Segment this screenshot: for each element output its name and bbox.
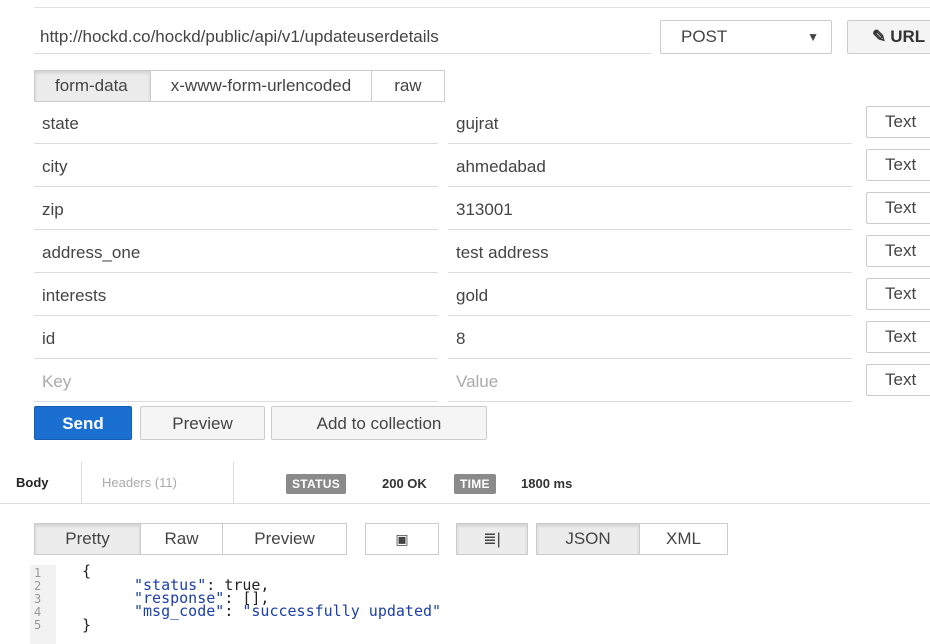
line-number: 5: [34, 618, 42, 632]
param-type-select[interactable]: Text: [866, 321, 930, 353]
format-json-button[interactable]: JSON: [536, 523, 640, 555]
status-value: 200 OK: [382, 476, 427, 491]
send-button[interactable]: Send: [34, 406, 132, 440]
url-input[interactable]: [34, 20, 651, 54]
response-body: 1 2 3 4 5 { "status": true, "response": …: [30, 562, 930, 644]
param-row: address_one test address Text: [34, 230, 930, 273]
new-value-field[interactable]: Value: [448, 359, 852, 402]
format-preview-button[interactable]: Preview: [222, 523, 347, 555]
code-line: }: [82, 616, 92, 634]
preview-button[interactable]: Preview: [140, 406, 265, 440]
param-type-select[interactable]: Text: [866, 192, 930, 224]
response-divider: [0, 503, 930, 504]
url-params-label: URL: [890, 27, 926, 46]
param-type-select[interactable]: Text: [866, 106, 930, 138]
chevron-down-icon: ▼: [807, 30, 819, 44]
format-pretty-button[interactable]: Pretty: [34, 523, 141, 555]
new-param-row: Key Value Text: [34, 359, 930, 402]
tab-x-www-form-urlencoded[interactable]: x-www-form-urlencoded: [149, 70, 373, 102]
param-type-select[interactable]: Text: [866, 364, 930, 396]
new-key-field[interactable]: Key: [34, 359, 438, 402]
param-key-field[interactable]: interests: [34, 273, 438, 316]
time-value: 1800 ms: [521, 476, 573, 491]
wrap-lines-icon: ≣|: [483, 531, 501, 548]
tab-headers[interactable]: Headers (11): [82, 462, 234, 504]
body-type-tabs: form-data x-www-form-urlencoded raw: [34, 70, 445, 102]
code-line: "msg_code": "successfully updated": [134, 602, 442, 620]
param-key-field[interactable]: city: [34, 144, 438, 187]
fullscreen-button[interactable]: ▣: [365, 523, 439, 555]
param-row: zip 313001 Text: [34, 187, 930, 230]
format-xml-button[interactable]: XML: [639, 523, 728, 555]
param-value-field[interactable]: test address: [448, 230, 852, 273]
param-row: state gujrat Text: [34, 101, 930, 144]
add-to-collection-button[interactable]: Add to collection: [271, 406, 487, 440]
edit-icon: ✎: [872, 27, 887, 46]
param-row: city ahmedabad Text: [34, 144, 930, 187]
param-row: interests gold Text: [34, 273, 930, 316]
param-type-select[interactable]: Text: [866, 149, 930, 181]
method-select[interactable]: POST ▼: [660, 20, 832, 54]
method-value: POST: [681, 27, 728, 46]
param-key-field[interactable]: zip: [34, 187, 438, 230]
param-value-field[interactable]: 8: [448, 316, 852, 359]
code-line: {: [82, 562, 92, 580]
param-type-select[interactable]: Text: [866, 278, 930, 310]
param-key-field[interactable]: id: [34, 316, 438, 359]
param-value-field[interactable]: ahmedabad: [448, 144, 852, 187]
status-badge: STATUS: [286, 474, 347, 494]
param-key-field[interactable]: address_one: [34, 230, 438, 273]
param-key-field[interactable]: state: [34, 101, 438, 144]
param-row: id 8 Text: [34, 316, 930, 359]
param-value-field[interactable]: gold: [448, 273, 852, 316]
tab-raw[interactable]: raw: [371, 70, 445, 102]
time-badge: TIME: [454, 474, 496, 494]
tab-body[interactable]: Body: [0, 462, 82, 504]
url-params-button[interactable]: ✎ URL: [847, 20, 930, 54]
fullscreen-icon: ▣: [395, 531, 409, 547]
top-divider: [34, 7, 930, 8]
format-raw-button[interactable]: Raw: [140, 523, 223, 555]
tab-form-data[interactable]: form-data: [34, 70, 151, 102]
param-value-field[interactable]: gujrat: [448, 101, 852, 144]
param-value-field[interactable]: 313001: [448, 187, 852, 230]
param-type-select[interactable]: Text: [866, 235, 930, 267]
wrap-toggle-button[interactable]: ≣|: [456, 523, 528, 555]
